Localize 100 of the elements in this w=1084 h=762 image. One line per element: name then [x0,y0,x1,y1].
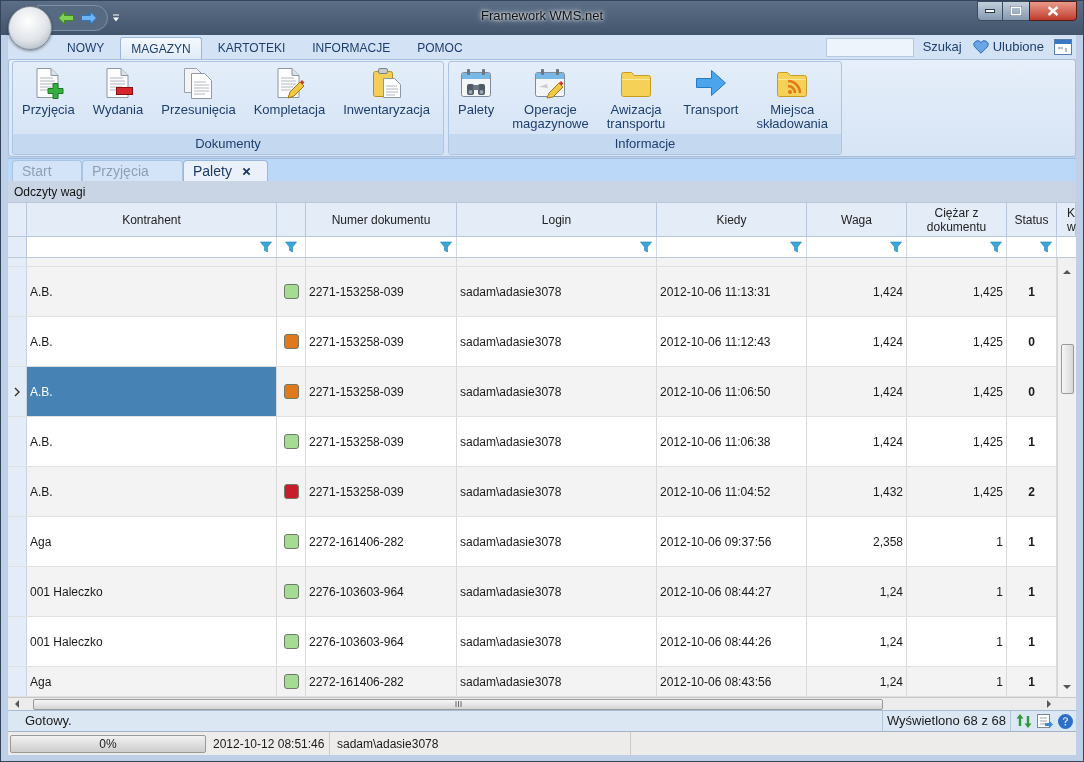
forward-button[interactable] [81,11,97,25]
progress-label: 0% [98,735,118,752]
document-weight-cell: 1,425 [907,417,1007,466]
column-header[interactable]: Waga [807,203,907,236]
scroll-down-arrow-icon[interactable] [1063,685,1071,689]
document-weight-cell: 1,425 [907,317,1007,366]
ribbon-tab[interactable]: POMOC [406,37,474,59]
search-field[interactable] [825,37,914,57]
maximize-icon [1010,6,1022,16]
ribbon-button[interactable]: Wydania [86,67,150,117]
ribbon-tab[interactable]: KARTOTEKI [206,37,297,59]
close-icon[interactable] [241,166,251,176]
ribbon-button[interactable]: Operacje magazynowe [506,67,595,131]
column-header[interactable]: Ciężar z dokumentu [907,203,1007,236]
customize-toolbar-button[interactable] [112,14,120,22]
column-header[interactable]: Status [1007,203,1057,236]
column-header[interactable]: Kiedy [657,203,807,236]
document-weight-cell: 1 [907,617,1007,666]
filter-icon[interactable] [990,241,1002,253]
filter-icon[interactable] [890,241,902,253]
refresh-icon[interactable] [1016,713,1032,729]
ribbon-tab[interactable]: MAGAZYN [120,37,202,59]
row-header-cell [8,667,27,696]
calendar-binoculars-icon [460,67,493,99]
filter-icon[interactable] [790,241,802,253]
arrow-right-icon [694,67,727,99]
scroll-up-arrow-icon[interactable] [1063,270,1071,274]
back-button[interactable] [58,11,74,25]
row-header-cell [8,517,27,566]
group-label: Dokumenty [13,134,443,154]
ribbon-button[interactable]: Kompletacja [247,67,332,117]
filter-icon[interactable] [285,241,297,253]
ribbon-button[interactable]: Miejsca składowania [750,67,834,131]
export-icon[interactable] [1037,713,1053,729]
document-number-cell: 2271-153258-039 [306,367,457,416]
forward-arrow-icon [81,11,97,25]
contractor-cell: Aga [27,517,277,566]
group-label: Informacje [449,134,841,154]
panel-title: Odczyty wagi [8,181,1076,202]
column-header[interactable]: Kontrahent [27,203,277,236]
minimize-button[interactable] [977,1,1003,21]
document-tab[interactable]: Palety [183,160,268,181]
contractor-cell: 001 Haleczko [27,567,277,616]
document-weight-cell: 1,425 [907,367,1007,416]
contractor-cell: Aga [27,667,277,696]
record-count: Wyświetlono 68 z 68 [886,712,1006,731]
heart-icon [972,40,989,54]
row-header-cell [8,617,27,666]
contractor-cell: A.B. [27,467,277,516]
document-weight-cell: 1 [907,567,1007,616]
vertical-scrollbar[interactable] [1057,258,1076,697]
contractor-cell: A.B. [27,317,277,366]
horizontal-scrollbar[interactable] [8,697,1076,710]
ribbon-button[interactable]: Przyjęcia [16,67,81,117]
document-number-cell: 2272-161406-282 [306,667,457,696]
contractor-cell: A.B. [27,367,277,416]
ribbon-button[interactable]: Transport [677,67,745,117]
login-cell: sadam\adasie3078 [457,567,657,616]
close-button[interactable] [1029,1,1077,21]
column-header[interactable]: K w [1057,203,1076,236]
filter-icon[interactable] [440,241,452,253]
filter-icon[interactable] [260,241,272,253]
column-header[interactable]: Numer dokumentu [306,203,457,236]
ribbon-tab[interactable]: NOWY [56,37,116,59]
ribbon-button[interactable]: Awizacja transportu [600,67,672,131]
ribbon-button[interactable]: Inwentaryzacja [337,67,436,117]
scrollbar-thumb[interactable] [33,698,883,710]
scrollbar-thumb[interactable] [1060,344,1074,394]
favorites-button[interactable]: Ulubione [972,37,1044,57]
back-arrow-icon [58,11,74,25]
clipboard-icon [370,67,403,99]
weight-cell: 1,424 [807,367,907,416]
timestamp-cell: 2012-10-06 11:06:50 [657,367,807,416]
filter-icon[interactable] [640,241,652,253]
window-title: Framework WMS.net [480,8,604,23]
maximize-button[interactable] [1003,1,1029,21]
window-layout-button[interactable] [1054,39,1072,55]
help-icon[interactable] [1058,713,1073,729]
ribbon-tab[interactable]: INFORMACJE [301,37,402,59]
timestamp-cell: 2012-10-06 11:12:43 [657,317,807,366]
ribbon-button[interactable]: Palety [452,67,501,117]
search-link[interactable]: Szukaj [922,37,962,57]
document-number-cell: 2271-153258-039 [306,317,457,366]
filter-icon[interactable] [1040,241,1052,253]
document-weight-cell: 1 [907,517,1007,566]
weight-cell: 1,432 [807,467,907,516]
row-header-cell [8,467,27,516]
row-header-cell [8,267,27,316]
scroll-right-arrow-icon[interactable] [1047,700,1051,708]
weight-cell: 1,24 [807,667,907,696]
ribbon-button[interactable]: Przesunięcia [155,67,242,117]
weight-cell: 1,424 [807,417,907,466]
status-user: sadam\adasie3078 [337,735,439,753]
contractor-cell: 001 Haleczko [27,617,277,666]
documents-icon [182,67,215,99]
login-cell: sadam\adasie3078 [457,617,657,666]
column-header[interactable]: Login [457,203,657,236]
weight-cell: 2,358 [807,517,907,566]
scroll-left-arrow-icon[interactable] [15,700,19,708]
timestamp-cell: 2012-10-06 11:04:52 [657,467,807,516]
